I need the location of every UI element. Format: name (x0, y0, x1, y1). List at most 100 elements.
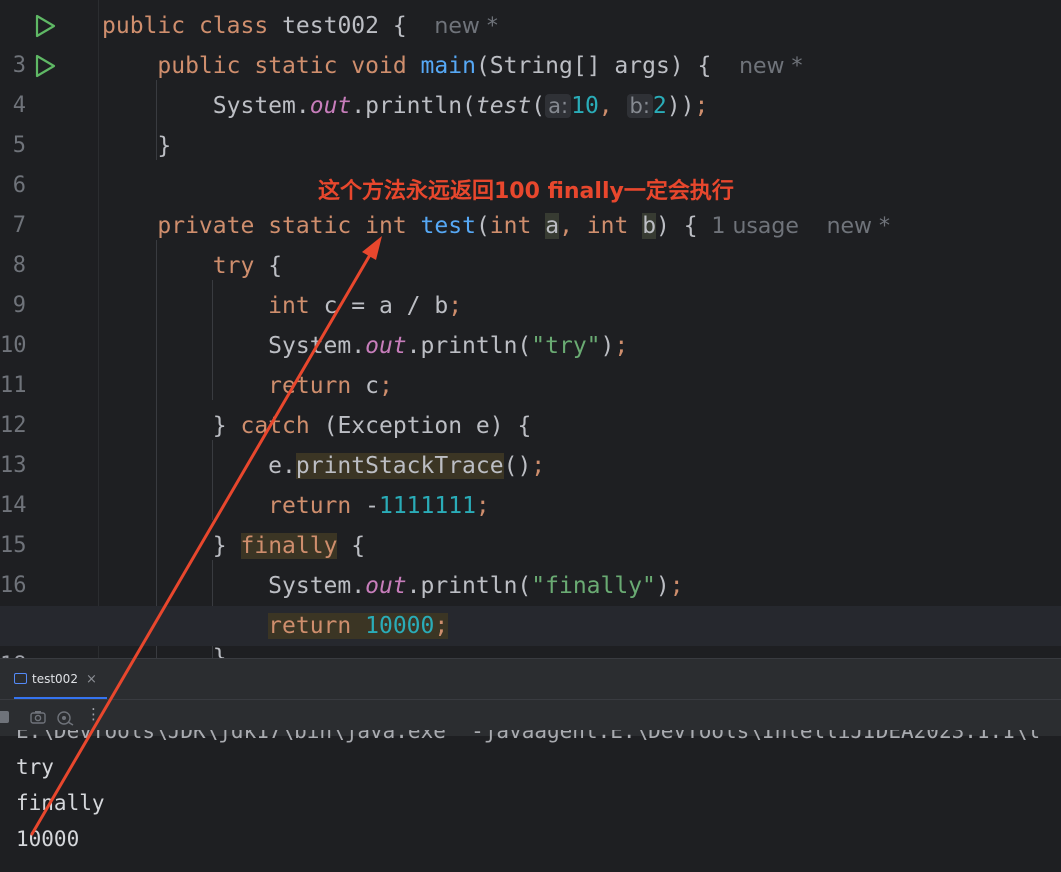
semicolon: ; (531, 453, 546, 479)
paren: )) (666, 93, 695, 119)
string-literal: "try" (531, 333, 601, 359)
code-line-current[interactable]: 18 return 10000; (0, 606, 1061, 658)
semicolon: ; (694, 93, 709, 119)
string-literal: "finally" (531, 573, 656, 599)
run-gutter-icon[interactable] (33, 54, 57, 78)
paren: ) (600, 333, 615, 359)
code-editor[interactable]: 3 public class test002 { new * 4 public … (0, 0, 1061, 658)
console-output[interactable]: E:\DevTools\JDK\jdk17\bin\java.exe "-jav… (0, 719, 1061, 872)
method-call: .println( (406, 573, 532, 599)
code-line[interactable]: 12 return c; (0, 366, 1061, 438)
keyword: int (489, 213, 532, 239)
brace: { (392, 13, 407, 39)
paren: ( (475, 213, 490, 239)
console-line: 10000 (16, 827, 80, 851)
method-name: test (420, 213, 476, 239)
code-line[interactable]: 14 e.printStackTrace(); (0, 446, 1061, 518)
comma: , (598, 93, 613, 119)
keyword: try (212, 253, 255, 279)
semicolon: ; (475, 493, 490, 519)
code-line[interactable]: 10 int c = a / b; (0, 286, 1061, 358)
code-line[interactable]: 16 } finally { (0, 526, 1061, 598)
parameters: (Exception e) (323, 413, 504, 439)
field-ref: out (309, 93, 352, 119)
field-ref: out (365, 573, 407, 599)
keyword: static (268, 213, 352, 239)
keyword: return (268, 373, 352, 399)
method-call: .println( (351, 93, 476, 119)
paren: ) (655, 573, 670, 599)
semicolon: ; (448, 293, 463, 319)
method-call: .println( (406, 333, 532, 359)
number-literal: 10 (571, 93, 599, 119)
variable: c (365, 373, 379, 399)
tool-window-tab-bar: test002 × (0, 659, 1061, 699)
close-icon[interactable]: × (86, 672, 97, 687)
method-name: main (420, 53, 476, 79)
console-line: try (16, 755, 54, 779)
semicolon: ; (434, 613, 449, 639)
param-hint-b: b: (626, 94, 653, 118)
class-ref: System. (268, 333, 366, 359)
class-ref: System. (268, 573, 366, 599)
author-inlay-hint[interactable]: new * (434, 14, 497, 39)
code-line[interactable]: 6 } (0, 126, 1061, 198)
paren: ( (531, 93, 546, 119)
keyword: public (157, 53, 241, 79)
comma: , (559, 213, 573, 239)
keyword: private (157, 213, 255, 239)
usages-inlay-hint[interactable]: 1 usage (711, 214, 798, 239)
console-icon (14, 673, 27, 684)
keyword: static (254, 53, 338, 79)
console-command-line: E:\DevTools\JDK\jdk17\bin\java.exe "-jav… (16, 719, 1041, 743)
warning-highlight[interactable]: finally (240, 533, 338, 559)
warning-highlight[interactable]: printStackTrace (295, 453, 504, 479)
code-line[interactable]: 11 System.out.println("try"); (0, 326, 1061, 398)
paren: ) (656, 213, 670, 239)
paren: () (503, 453, 532, 479)
annotation-text: 这个方法永远返回100 finally一定会执行 (318, 179, 734, 204)
console-line: finally (16, 791, 105, 815)
run-tool-window[interactable]: test002 × ⋮ E:\DevTools\JDK\jdk17\bin\jav… (0, 658, 1061, 872)
keyword: return (268, 493, 352, 519)
code-line: } (0, 646, 1061, 658)
class-name: test002 (282, 13, 379, 39)
keyword: public (102, 13, 186, 39)
number-literal: 2 (652, 93, 667, 119)
keyword: int (365, 213, 407, 239)
variable: e. (268, 453, 296, 479)
keyword: class (198, 13, 269, 39)
parameters: (String[] args) (475, 53, 684, 79)
code-line[interactable]: 13 } catch (Exception e) { (0, 406, 1061, 478)
method-call-test: test (475, 93, 532, 119)
code-line[interactable]: 5 System.out.println(test(a: 10, b: 2)); (0, 86, 1061, 158)
brace: { (351, 533, 366, 559)
run-gutter-icon[interactable] (33, 14, 57, 38)
keyword: int (586, 213, 629, 239)
operator: - (365, 493, 379, 519)
brace: } (157, 133, 172, 159)
author-inlay-hint[interactable]: new * (739, 54, 802, 79)
expression: c = a / b (323, 293, 449, 319)
semicolon: ; (614, 333, 629, 359)
param-a: a (545, 213, 560, 239)
run-tab-test002[interactable]: test002 × (14, 659, 107, 699)
code-line[interactable]: 8 private static int test(int a, int b) … (0, 206, 1061, 278)
code-line[interactable]: 15 return -1111111; (0, 486, 1061, 558)
field-ref: out (365, 333, 407, 359)
keyword: return (268, 613, 352, 639)
number-literal: 1111111 (378, 493, 476, 519)
class-ref: System. (212, 93, 310, 119)
brace: { (683, 213, 698, 239)
code-line[interactable]: 9 try { (0, 246, 1061, 318)
semicolon: ; (669, 573, 684, 599)
brace: } (212, 413, 227, 439)
code-line[interactable]: 3 public class test002 { new * (0, 6, 1061, 78)
keyword: void (351, 53, 407, 79)
tab-label: test002 (32, 672, 78, 686)
number-literal: 10000 (365, 613, 435, 639)
code-line[interactable]: 17 System.out.println("finally"); (0, 566, 1061, 638)
keyword: catch (240, 413, 310, 439)
code-line[interactable]: 4 public static void main(String[] args)… (0, 46, 1061, 118)
author-inlay-hint[interactable]: new * (827, 214, 890, 239)
